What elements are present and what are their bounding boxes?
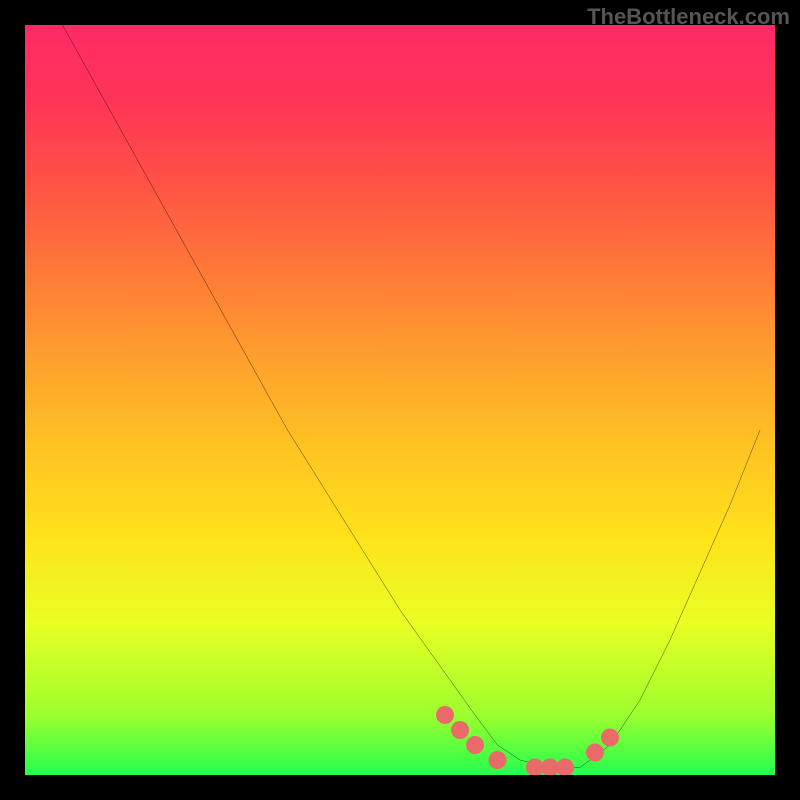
plot-area: [25, 25, 775, 775]
bottleneck-curve: [63, 25, 761, 768]
highlight-dots: [436, 706, 619, 775]
watermark: TheBottleneck.com: [587, 4, 790, 30]
curve-layer: [25, 25, 775, 775]
